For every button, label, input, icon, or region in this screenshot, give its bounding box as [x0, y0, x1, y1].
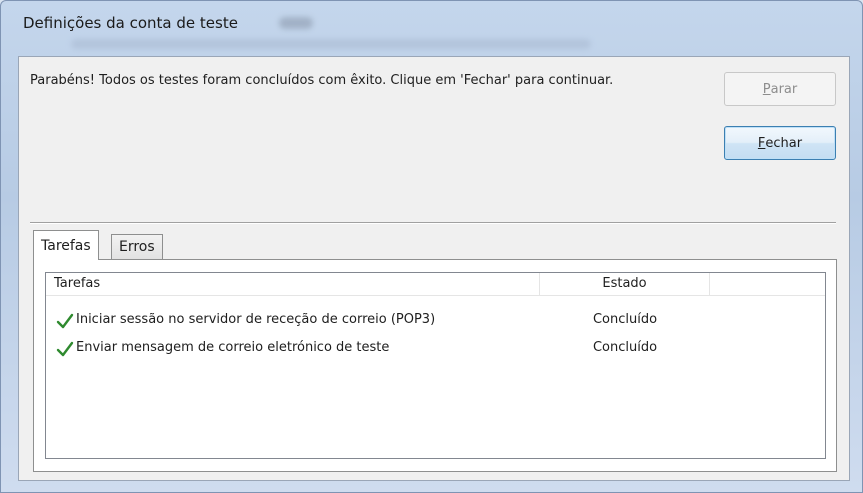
row-status: Concluído	[592, 312, 658, 327]
status-message: Parabéns! Todos os testes foram concluíd…	[30, 73, 614, 88]
check-icon	[56, 313, 74, 329]
row-task: Iniciar sessão no servidor de receção de…	[76, 312, 436, 327]
stop-button-label: arar	[770, 81, 798, 97]
row-status: Concluído	[592, 340, 658, 355]
separator	[30, 222, 836, 224]
list-header: Tarefas Estado	[46, 273, 825, 296]
dialog-window: Definições da conta de teste Parabéns! T…	[0, 0, 863, 493]
column-header-tarefas[interactable]: Tarefas	[46, 273, 540, 295]
tasks-list[interactable]: Tarefas Estado Iniciar sessão no servido…	[45, 272, 826, 459]
table-row[interactable]: Enviar mensagem de correio eletrónico de…	[46, 335, 825, 363]
dialog-client-area: Parabéns! Todos os testes foram concluíd…	[18, 56, 850, 481]
close-button[interactable]: Fechar	[724, 126, 836, 160]
stop-button-accel: P	[762, 81, 771, 97]
row-task: Enviar mensagem de correio eletrónico de…	[76, 340, 390, 355]
column-header-empty[interactable]	[710, 273, 825, 295]
tab-tarefas-label: Tarefas	[41, 237, 91, 254]
table-row[interactable]: Iniciar sessão no servidor de receção de…	[46, 307, 825, 335]
tab-panel-tarefas: Tarefas Estado Iniciar sessão no servido…	[33, 259, 837, 472]
close-button-label: echar	[765, 135, 803, 151]
stop-button[interactable]: Parar	[724, 72, 836, 106]
column-header-estado[interactable]: Estado	[540, 273, 710, 295]
tab-erros[interactable]: Erros	[111, 234, 163, 259]
title-bar[interactable]: Definições da conta de teste	[1, 1, 862, 49]
background-text-blur	[71, 39, 591, 49]
tab-tarefas[interactable]: Tarefas	[33, 230, 99, 260]
close-button-accel: F	[757, 135, 766, 151]
tab-erros-label: Erros	[119, 239, 155, 255]
redacted-account-name	[279, 17, 313, 29]
window-title: Definições da conta de teste	[23, 14, 238, 32]
check-icon	[56, 341, 74, 357]
